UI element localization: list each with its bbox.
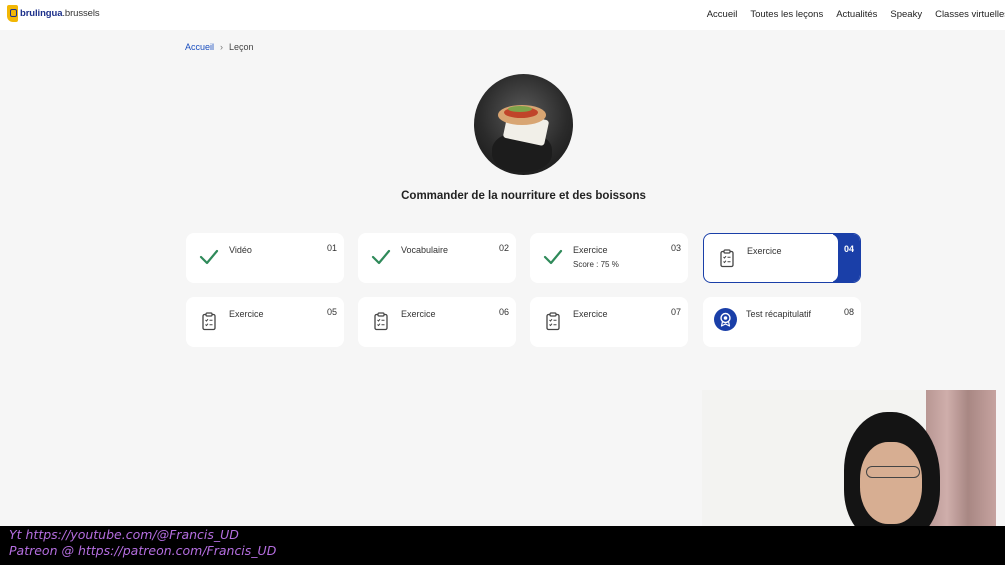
lesson-image [474,74,573,175]
active-step-band [828,234,860,282]
logo-text: brulingua.brussels [20,8,100,19]
clipboard-icon [374,312,388,331]
step-score: Score : 75 % [573,260,619,269]
stream-caption-overlay: Yt https://youtube.com/@Francis_UD Patre… [0,526,1005,565]
check-icon [543,249,563,265]
step-card-06[interactable]: Exercice 06 [358,297,516,347]
step-card-04-active[interactable]: Exercice 04 [703,233,861,283]
step-card-02[interactable]: Vocabulaire 02 [358,233,516,283]
check-icon [199,249,219,265]
logo-secondary: .brussels [62,8,100,19]
clipboard-icon [202,312,216,331]
step-title: Exercice [573,245,608,255]
lesson-title: Commander de la nourriture et des boisso… [401,190,646,202]
nav-item-accueil[interactable]: Accueil [707,9,738,20]
award-badge-icon [714,308,737,331]
main-nav: Accueil Toutes les leçons Actualités Spe… [707,9,1005,20]
step-number: 03 [670,243,681,253]
logo-primary: brulingua [20,8,63,19]
breadcrumb: Accueil › Leçon [185,42,254,52]
top-navigation-bar: brulingua.brussels Accueil Toutes les le… [0,0,1005,30]
chevron-right-icon: › [220,42,224,52]
step-card-08[interactable]: Test récapitulatif 08 [703,297,861,347]
step-number: 02 [498,243,509,253]
nav-item-virtual-classes[interactable]: Classes virtuelles [935,9,1005,20]
step-number: 08 [843,307,854,317]
youtube-caption: Yt https://youtube.com/@Francis_UD [9,527,239,542]
step-card-01[interactable]: Vidéo 01 [186,233,344,283]
step-number: 07 [670,307,681,317]
step-title: Exercice [401,309,436,319]
step-number: 04 [843,244,854,254]
nav-item-lessons[interactable]: Toutes les leçons [750,9,823,20]
breadcrumb-home-link[interactable]: Accueil [185,42,214,52]
breadcrumb-current: Leçon [229,42,254,52]
step-card-05[interactable]: Exercice 05 [186,297,344,347]
step-title: Vocabulaire [401,245,449,255]
nav-item-news[interactable]: Actualités [836,9,877,20]
clipboard-icon [720,249,734,268]
clipboard-icon [546,312,560,331]
step-number: 05 [326,307,337,317]
step-title: Vidéo [229,245,252,255]
logo-mark-icon [7,5,18,22]
patreon-caption: Patreon @ https://patreon.com/Francis_UD [9,543,277,558]
step-title: Exercice [573,309,608,319]
step-card-03[interactable]: Exercice Score : 75 % 03 [530,233,688,283]
step-title: Test récapitulatif [746,309,812,319]
step-title: Exercice [229,309,264,319]
step-card-07[interactable]: Exercice 07 [530,297,688,347]
step-title: Exercice [747,246,782,256]
check-icon [371,249,391,265]
step-number: 06 [498,307,509,317]
brulingua-logo[interactable]: brulingua.brussels [7,5,100,22]
nav-item-speaky[interactable]: Speaky [890,9,922,20]
step-number: 01 [326,243,337,253]
